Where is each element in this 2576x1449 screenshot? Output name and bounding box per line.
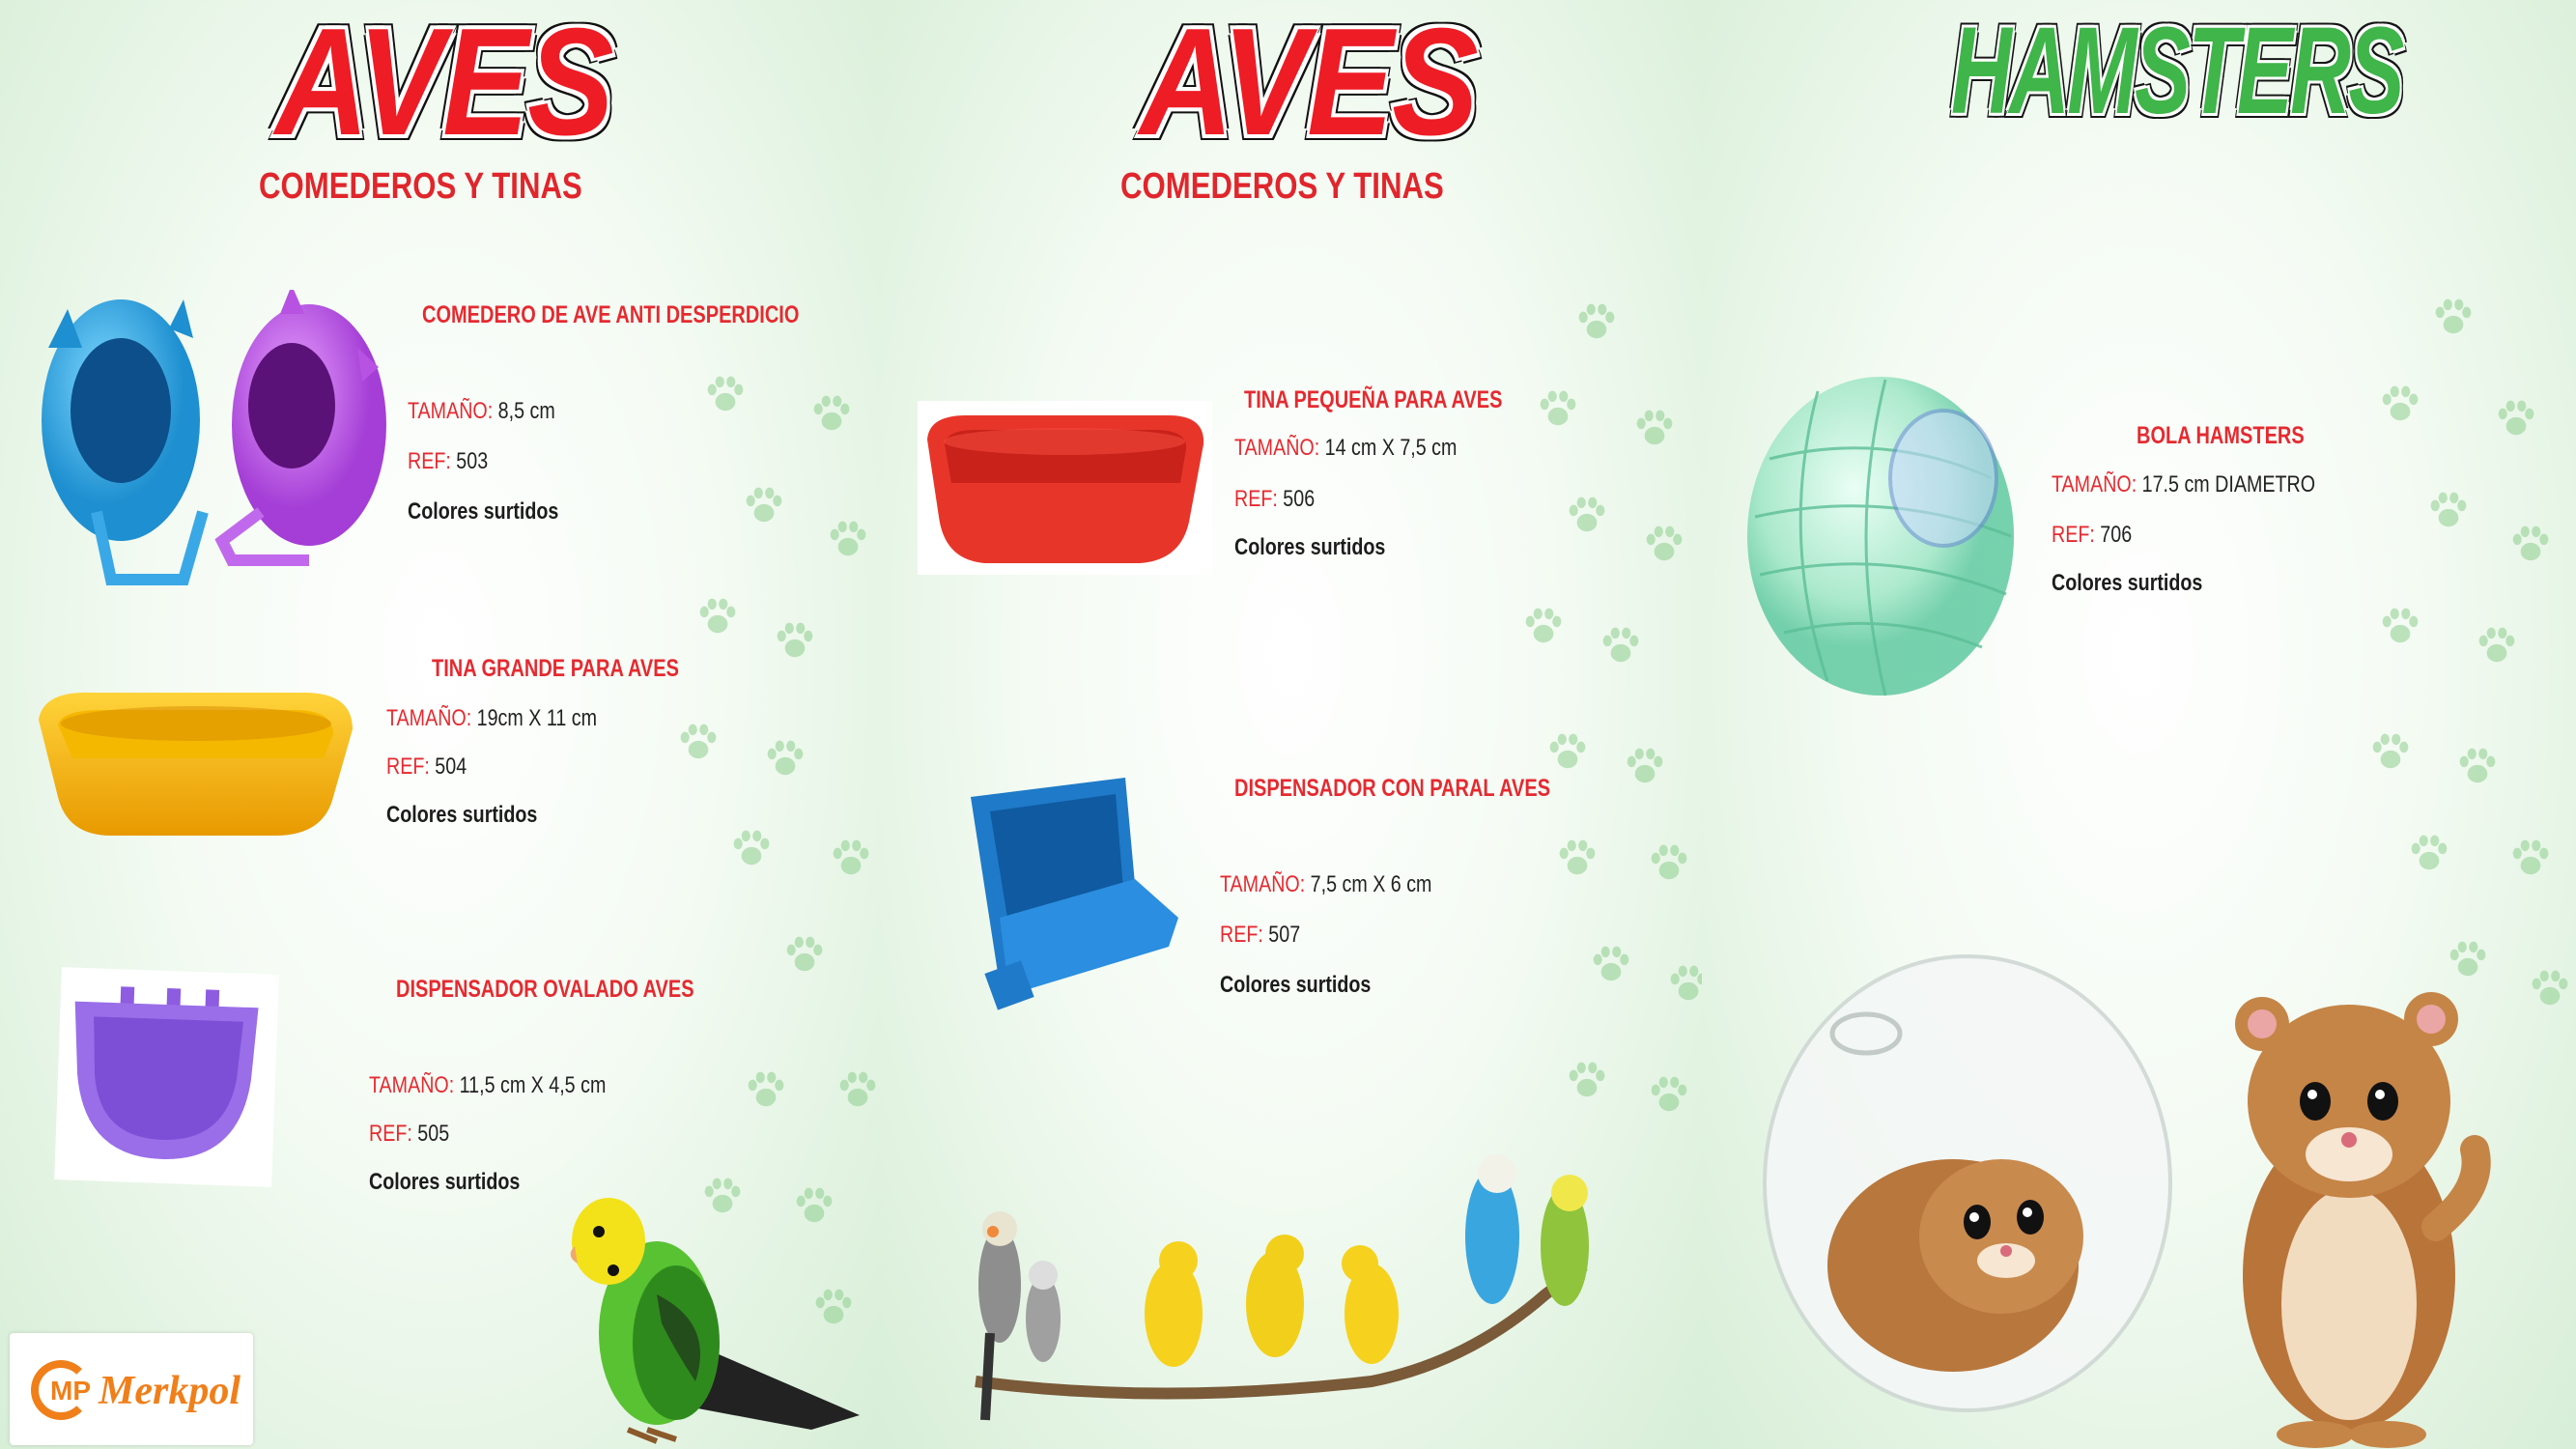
aves-title: AVES (275, 0, 614, 167)
paw-print-icon (1565, 493, 1609, 537)
product-name: DISPENSADOR OVALADO AVES (396, 976, 694, 1003)
product-name: TINA GRANDE PARA AVES (432, 655, 679, 682)
product-ref: REF: 507 (1220, 922, 1301, 948)
product-name: TINA PEQUEÑA PARA AVES (1244, 386, 1503, 413)
panel-aves-1: AVES COMEDEROS Y TINAS COMEDERO DE AVE A… (0, 0, 879, 1449)
large-bath-tub-image (39, 692, 353, 836)
paw-print-icon (1589, 942, 1633, 986)
paw-print-icon (2528, 966, 2572, 1010)
paw-print-icon (676, 720, 721, 764)
product-name: BOLA HAMSTERS (2137, 422, 2305, 449)
product-ref: REF: 706 (2052, 522, 2133, 548)
paw-print-icon (763, 736, 807, 781)
product-colors: Colores surtidos (369, 1169, 521, 1195)
product-colors: Colores surtidos (386, 802, 538, 828)
small-bath-tub-photo (918, 401, 1212, 575)
paw-print-icon (829, 836, 873, 880)
paw-print-icon (1632, 406, 1677, 450)
product-size: TAMAÑO: 8,5 cm (408, 398, 555, 424)
paw-print-icon (2368, 729, 2413, 774)
anti-waste-feeder-image (42, 290, 386, 585)
paw-print-icon (2508, 836, 2553, 880)
product-ref: REF: 504 (386, 753, 467, 780)
product-colors: Colores surtidos (408, 498, 559, 525)
panel-aves-2: AVES COMEDEROS Y TINAS TINA PEQUEÑA PARA… (879, 0, 1702, 1449)
paw-print-icon (729, 826, 774, 870)
paw-print-icon (835, 1067, 879, 1112)
paw-print-icon (2407, 831, 2451, 875)
product-name: DISPENSADOR CON PARAL AVES (1234, 775, 1551, 802)
logo-text: Merkpol (99, 1369, 241, 1413)
product-ref: REF: 505 (369, 1121, 450, 1147)
paw-print-icon (742, 483, 786, 527)
product-colors: Colores surtidos (2052, 570, 2203, 596)
paw-print-icon (1574, 299, 1619, 344)
product-ref: REF: 506 (1234, 486, 1316, 512)
paw-print-icon (695, 594, 740, 639)
aves-subtitle: COMEDEROS Y TINAS (259, 166, 582, 207)
paw-print-icon (703, 372, 748, 416)
merkpol-logo: MP Merkpol (10, 1333, 253, 1445)
paw-print-icon (826, 517, 870, 561)
aves-subtitle: COMEDEROS Y TINAS (1120, 166, 1444, 207)
product-colors: Colores surtidos (1220, 972, 1372, 998)
paw-print-icon (2494, 396, 2538, 440)
paw-print-icon (2426, 488, 2471, 532)
paw-print-icon (1545, 729, 1590, 774)
paw-print-icon (1555, 836, 1599, 880)
paw-print-icon (1599, 623, 1643, 668)
product-size: TAMAÑO: 19cm X 11 cm (386, 705, 597, 731)
paw-print-icon (2455, 744, 2500, 788)
paw-print-icon (1565, 1058, 1609, 1102)
paw-print-icon (1536, 386, 1580, 431)
paw-print-icon (2508, 522, 2553, 566)
product-size: TAMAÑO: 7,5 cm X 6 cm (1220, 871, 1432, 897)
paw-print-icon (1647, 840, 1691, 885)
perch-dispenser-image (971, 778, 1178, 1010)
hamster-in-ball-image (1763, 954, 2172, 1412)
paw-print-icon (1521, 604, 1566, 648)
aves-title: AVES (1140, 0, 1479, 167)
product-size: TAMAÑO: 11,5 cm X 4,5 cm (369, 1072, 607, 1098)
product-size: TAMAÑO: 17.5 cm DIAMETRO (2052, 471, 2316, 497)
panel-hamsters: HAMSTERS BOLA HAMSTERS TAMAÑO: 17.5 cm D… (1702, 0, 2576, 1449)
budgie-image (570, 1198, 860, 1444)
hamster-ball-product-image (1747, 377, 2014, 696)
oval-dispenser-photo (54, 967, 279, 1187)
paw-print-icon (744, 1067, 788, 1112)
paw-print-icon (1666, 961, 1702, 1006)
paw-print-icon (782, 932, 827, 977)
birds-on-branch-image (975, 1154, 1589, 1421)
paw-print-icon (2378, 604, 2422, 648)
paw-print-icon (773, 618, 817, 663)
paw-print-icon (2378, 382, 2422, 426)
paw-print-icon (2431, 295, 2476, 339)
paw-print-icon (1647, 1072, 1691, 1117)
paw-print-icon (1642, 522, 1686, 566)
product-colors: Colores surtidos (1234, 534, 1386, 560)
hamster-character-image (2235, 992, 2491, 1448)
paw-print-icon (1623, 744, 1667, 788)
logo-mark-text: MP (50, 1376, 91, 1406)
hamsters-title: HAMSTERS (1951, 2, 2404, 140)
product-name: COMEDERO DE AVE ANTI DESPERDICIO (422, 301, 800, 328)
product-ref: REF: 503 (408, 448, 489, 474)
paw-print-icon (2475, 623, 2519, 668)
product-size: TAMAÑO: 14 cm X 7,5 cm (1234, 435, 1458, 461)
paw-print-icon (809, 391, 854, 436)
